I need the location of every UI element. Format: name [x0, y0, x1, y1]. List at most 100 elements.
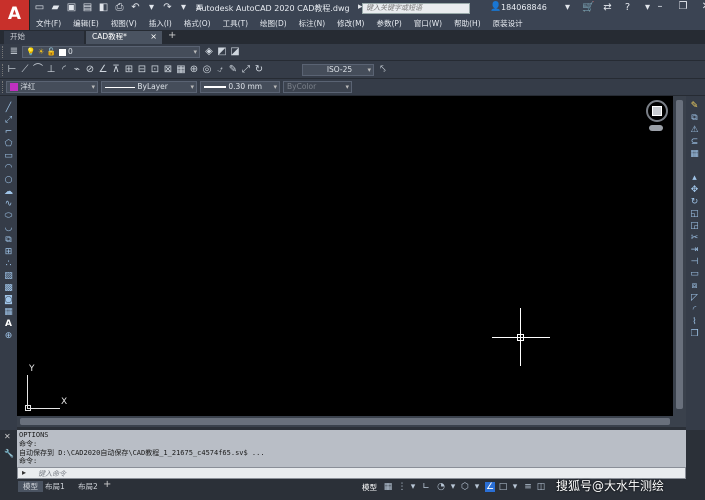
copy-icon[interactable]: ⧉	[686, 112, 703, 124]
add-selected-icon[interactable]: ⊕	[0, 330, 17, 342]
circle-icon[interactable]: ○	[0, 174, 17, 186]
linetype-dropdown[interactable]: ByLayer ▾	[101, 81, 197, 93]
lineweight-display-icon[interactable]: ≡	[523, 482, 533, 492]
array-icon[interactable]: ▦	[686, 148, 703, 160]
menu-window[interactable]: 窗口(W)	[414, 18, 442, 29]
toolbar-grip[interactable]	[2, 81, 5, 93]
aligned-dim-icon[interactable]: ⟋	[19, 64, 31, 76]
user-dropdown-icon[interactable]: ▾	[562, 2, 573, 13]
drawing-canvas[interactable]: Y X	[17, 96, 673, 416]
tab-layout1[interactable]: 布局1	[40, 481, 70, 492]
join-icon[interactable]: ⧈	[686, 280, 703, 292]
spline-icon[interactable]: ∿	[0, 198, 17, 210]
wcs-menu-icon[interactable]	[649, 125, 663, 131]
isodraft-dropdown-icon[interactable]: ▾	[472, 482, 482, 492]
exchange-icon[interactable]: ⇄	[602, 2, 613, 13]
table-icon[interactable]: ▦	[0, 306, 17, 318]
menu-parametric[interactable]: 参数(P)	[376, 18, 401, 29]
menu-file[interactable]: 文件(F)	[36, 18, 61, 29]
toolbar-grip[interactable]	[2, 46, 5, 58]
ellipse-arc-icon[interactable]: ◡	[0, 222, 17, 234]
move-icon[interactable]: ✥	[686, 184, 703, 196]
construction-line-icon[interactable]: ⤢	[0, 114, 17, 126]
tab-start[interactable]: 开始	[4, 31, 84, 44]
polygon-icon[interactable]: ⬠	[0, 138, 17, 150]
restore-icon[interactable]: ❐	[678, 1, 688, 12]
new-tab-icon[interactable]: +	[168, 30, 176, 41]
baseline-dim-icon[interactable]: ⊞	[123, 64, 135, 76]
cart-icon[interactable]: 🛒	[582, 2, 594, 13]
arc-length-icon[interactable]: ⌒	[32, 64, 44, 76]
user-icon[interactable]: 👤	[490, 2, 501, 12]
ordinate-dim-icon[interactable]: ⊥	[45, 64, 57, 76]
gradient-icon[interactable]: ▩	[0, 282, 17, 294]
model-space-button[interactable]: 模型	[362, 482, 377, 493]
inspection-icon[interactable]: ◎	[201, 64, 213, 76]
menu-view[interactable]: 视图(V)	[111, 18, 137, 29]
layer-dropdown[interactable]: 💡 ☀ 🔓 0 ▾	[22, 46, 200, 58]
menu-insert[interactable]: 插入(I)	[149, 18, 172, 29]
jogged-dim-icon[interactable]: ⌁	[71, 64, 83, 76]
dim-style-manager-icon[interactable]: ⤣	[377, 64, 389, 76]
linear-dim-icon[interactable]: ⊢	[6, 64, 18, 76]
region-icon[interactable]: ◙	[0, 294, 17, 306]
polar-dropdown-icon[interactable]: ▾	[448, 482, 458, 492]
menu-modify[interactable]: 修改(M)	[337, 18, 364, 29]
mirror-icon[interactable]: ⚠	[686, 124, 703, 136]
offset-icon[interactable]: ⊆	[686, 136, 703, 148]
close-icon[interactable]: ✕	[701, 1, 705, 12]
make-block-icon[interactable]: ⊞	[0, 246, 17, 258]
redo-icon[interactable]: ↷	[162, 2, 173, 13]
ellipse-icon[interactable]: ⬭	[0, 210, 17, 222]
command-wrench-icon[interactable]: 🔧	[4, 449, 14, 458]
isodraft-icon[interactable]: ⬡	[460, 482, 470, 492]
lineweight-dropdown[interactable]: 0.30 mm ▾	[200, 81, 280, 93]
layer-previous-icon[interactable]: ◩	[216, 46, 228, 58]
menu-dimension[interactable]: 标注(N)	[299, 18, 325, 29]
radius-dim-icon[interactable]: ◜	[58, 64, 70, 76]
rectangle-icon[interactable]: ▭	[0, 150, 17, 162]
point-icon[interactable]: ∴	[0, 258, 17, 270]
help-icon[interactable]: ?	[622, 2, 633, 13]
horizontal-scrollbar-thumb[interactable]	[20, 418, 670, 425]
explode-icon[interactable]: ❒	[686, 328, 703, 340]
save-icon[interactable]: ▣	[66, 2, 77, 13]
fillet-icon[interactable]: ◜	[686, 304, 703, 316]
hatch-icon[interactable]: ▨	[0, 270, 17, 282]
ortho-icon[interactable]: ∟	[421, 482, 431, 492]
open-file-icon[interactable]: ▰	[50, 2, 61, 13]
layer-properties-icon[interactable]: ≣	[8, 46, 20, 58]
new-file-icon[interactable]: ▭	[34, 2, 45, 13]
trim-icon[interactable]: ✂	[686, 232, 703, 244]
menu-original-design[interactable]: 原装设计	[493, 18, 523, 29]
erase-icon[interactable]: ✎	[686, 100, 703, 112]
menu-format[interactable]: 格式(O)	[184, 18, 211, 29]
tab-close-icon[interactable]: ×	[150, 31, 157, 43]
tolerance-icon[interactable]: ▦	[175, 64, 187, 76]
dim-style-dropdown[interactable]: ISO-25 ▾	[302, 64, 374, 76]
rotate-icon[interactable]: ↻	[686, 196, 703, 208]
dim-break-icon[interactable]: ⊠	[162, 64, 174, 76]
dim-space-icon[interactable]: ⊡	[149, 64, 161, 76]
diameter-dim-icon[interactable]: ⊘	[84, 64, 96, 76]
vertical-scrollbar-thumb[interactable]	[676, 100, 683, 409]
make-current-layer-icon[interactable]: ◈	[203, 46, 215, 58]
object-snap-tracking-icon[interactable]: ∠	[485, 482, 495, 492]
jogged-linear-icon[interactable]: ⍻	[214, 64, 226, 76]
polar-icon[interactable]: ◔	[436, 482, 446, 492]
command-close-icon[interactable]: ✕	[4, 432, 11, 441]
line-icon[interactable]: ╱	[0, 102, 17, 114]
transparency-icon[interactable]: ◫	[536, 482, 546, 492]
polyline-icon[interactable]: ⌐	[0, 126, 17, 138]
dim-edit-icon[interactable]: ✎	[227, 64, 239, 76]
grid-icon[interactable]: ▦	[383, 482, 393, 492]
osnap-dropdown-icon[interactable]: ▾	[510, 482, 520, 492]
layer-state-icon[interactable]: ◪	[229, 46, 241, 58]
command-prompt-icon[interactable]: ▸	[22, 468, 26, 477]
web-mobile-icon[interactable]: ◧	[98, 2, 109, 13]
revision-cloud-icon[interactable]: ☁	[0, 186, 17, 198]
center-mark-icon[interactable]: ⊕	[188, 64, 200, 76]
stretch-icon[interactable]: ◲	[686, 220, 703, 232]
color-dropdown[interactable]: 洋红 ▾	[6, 81, 98, 93]
angular-dim-icon[interactable]: ∠	[97, 64, 109, 76]
